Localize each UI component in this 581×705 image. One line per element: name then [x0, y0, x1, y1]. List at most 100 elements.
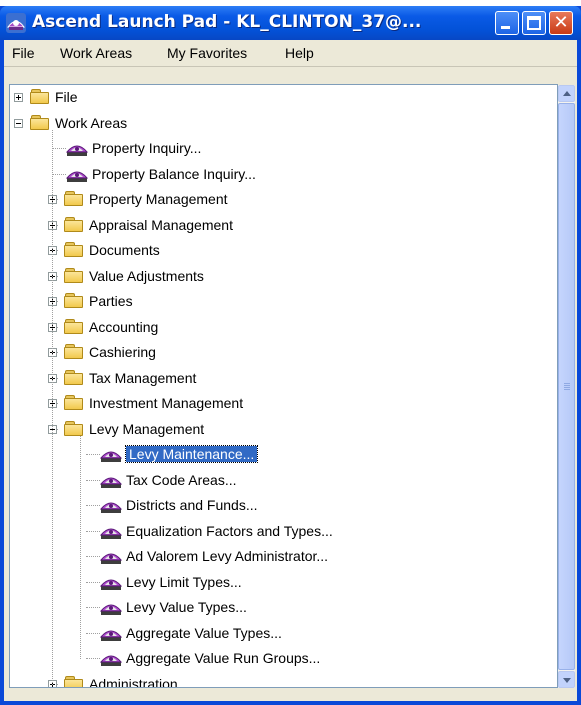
launch-item-icon: [99, 573, 123, 591]
tree-row[interactable]: Levy Value Types...: [10, 596, 555, 618]
folder-body: [30, 117, 49, 130]
tree-row[interactable]: Tax Code Areas...: [10, 469, 555, 491]
tree-row[interactable]: Aggregate Value Types...: [10, 622, 555, 644]
tree-connector: [86, 556, 100, 558]
tree-row[interactable]: Work Areas: [10, 112, 555, 134]
launch-item-icon: [99, 471, 123, 489]
tree-row[interactable]: Tax Management: [10, 367, 555, 389]
tree-row[interactable]: Levy Limit Types...: [10, 571, 555, 593]
launch-item-icon: [99, 624, 123, 642]
collapse-minus-icon[interactable]: [14, 118, 23, 128]
tree-row[interactable]: Equalization Factors and Types...: [10, 520, 555, 542]
folder-icon: [64, 216, 84, 232]
menu-file[interactable]: File: [12, 45, 35, 61]
vertical-scrollbar[interactable]: [558, 85, 575, 688]
folder-body: [30, 92, 49, 104]
window-bottom-border: [0, 701, 581, 705]
window-title: Ascend Launch Pad - KL_CLINTON_37@...: [32, 12, 422, 32]
tree-item-label[interactable]: Levy Limit Types...: [126, 574, 242, 590]
minimize-icon: [501, 26, 510, 29]
title-bar[interactable]: Ascend Launch Pad - KL_CLINTON_37@... ✕: [0, 6, 581, 40]
tree-item-label[interactable]: Cashiering: [89, 344, 156, 360]
expand-plus-icon[interactable]: [14, 93, 23, 102]
tree-connector: [86, 632, 100, 635]
folder-icon: [64, 395, 84, 410]
tree-item-label[interactable]: Aggregate Value Run Groups...: [126, 650, 320, 666]
tree-row[interactable]: Value Adjustments: [10, 265, 555, 287]
grip-line: [564, 389, 570, 390]
tree-row[interactable]: Districts and Funds...: [10, 494, 555, 516]
tree-item-label[interactable]: Documents: [89, 242, 160, 258]
tree-row[interactable]: Appraisal Management: [10, 214, 555, 236]
client-area: File Work Areas Property Inquiry... Propert…: [4, 67, 577, 701]
tree-row[interactable]: Aggregate Value Run Groups...: [10, 647, 555, 669]
tree-view[interactable]: File Work Areas Property Inquiry... Propert…: [9, 84, 558, 688]
folder-icon: [64, 318, 84, 334]
tree-row[interactable]: Administration: [10, 673, 555, 688]
chevron-up-icon: [563, 91, 571, 96]
launch-item-icon: [99, 522, 123, 540]
close-button[interactable]: ✕: [549, 11, 573, 35]
folder-body: [64, 423, 83, 436]
tree-item-label[interactable]: Ad Valorem Levy Administrator...: [126, 548, 328, 564]
maximize-button[interactable]: [522, 11, 546, 35]
tree-item-label[interactable]: Levy Maintenance...: [124, 445, 259, 463]
launch-item-icon: [99, 598, 123, 616]
tree-item-label[interactable]: Tax Code Areas...: [126, 472, 237, 488]
tree-item-label[interactable]: Levy Value Types...: [126, 599, 247, 615]
tree-item-label[interactable]: Property Balance Inquiry...: [92, 166, 256, 182]
tree-row[interactable]: Parties: [10, 290, 555, 312]
tree-row[interactable]: Levy Maintenance...: [10, 443, 555, 465]
tree-item-label[interactable]: Investment Management: [89, 395, 243, 411]
tree-row[interactable]: Documents: [10, 239, 555, 261]
tree-guide-line: [80, 435, 82, 659]
tree-item-label[interactable]: Property Inquiry...: [92, 140, 201, 156]
folder-icon: [64, 267, 84, 283]
minimize-button[interactable]: [495, 11, 519, 35]
tree-row[interactable]: File: [10, 86, 555, 108]
tree-item-label[interactable]: Districts and Funds...: [126, 497, 258, 513]
tree-item-label[interactable]: Administration: [89, 676, 178, 688]
folder-body: [64, 398, 83, 410]
tree-item-label[interactable]: Appraisal Management: [89, 217, 233, 233]
grip-line: [564, 387, 570, 388]
folder-icon: [64, 420, 84, 436]
tree-item-label[interactable]: File: [55, 89, 78, 105]
scroll-down-button[interactable]: [558, 671, 575, 688]
tree-row[interactable]: Property Inquiry...: [10, 137, 555, 159]
folder-body: [64, 245, 83, 257]
folder-body: [64, 347, 83, 359]
tree-item-label[interactable]: Accounting: [89, 319, 158, 335]
launch-item-icon: [99, 547, 123, 565]
app-icon[interactable]: [6, 13, 26, 33]
tree-row[interactable]: Cashiering: [10, 341, 555, 363]
tree-row[interactable]: Investment Management: [10, 392, 555, 414]
tree-row[interactable]: Property Management: [10, 188, 555, 210]
tree-item-label[interactable]: Tax Management: [89, 370, 196, 386]
tree-row[interactable]: Ad Valorem Levy Administrator...: [10, 545, 555, 567]
tree-connector: [86, 505, 100, 507]
tree-item-label[interactable]: Equalization Factors and Types...: [126, 523, 333, 539]
tree-connector: [86, 454, 100, 456]
tree-connector: [86, 658, 100, 660]
tree-row[interactable]: Levy Management: [10, 418, 555, 440]
folder-body: [64, 194, 83, 206]
tree-item-label[interactable]: Value Adjustments: [89, 268, 204, 284]
launch-item-icon: [99, 649, 123, 667]
menu-help[interactable]: Help: [285, 45, 314, 61]
menu-work-areas[interactable]: Work Areas: [60, 45, 132, 61]
tree-item-label[interactable]: Property Management: [89, 191, 228, 207]
folder-body: [64, 372, 83, 385]
tree-item-label[interactable]: Work Areas: [55, 115, 127, 131]
tree-row[interactable]: Accounting: [10, 316, 555, 338]
tree-row[interactable]: Property Balance Inquiry...: [10, 163, 555, 185]
scroll-up-button[interactable]: [558, 85, 575, 102]
folder-icon: [30, 114, 50, 130]
tree-connector: [86, 607, 100, 609]
menu-my-favorites[interactable]: My Favorites: [167, 45, 247, 61]
scroll-thumb[interactable]: [558, 103, 575, 670]
tree-item-label[interactable]: Parties: [89, 293, 133, 309]
tree-connector: [86, 479, 100, 482]
tree-item-label[interactable]: Aggregate Value Types...: [126, 625, 282, 641]
tree-item-label[interactable]: Levy Management: [89, 421, 204, 437]
